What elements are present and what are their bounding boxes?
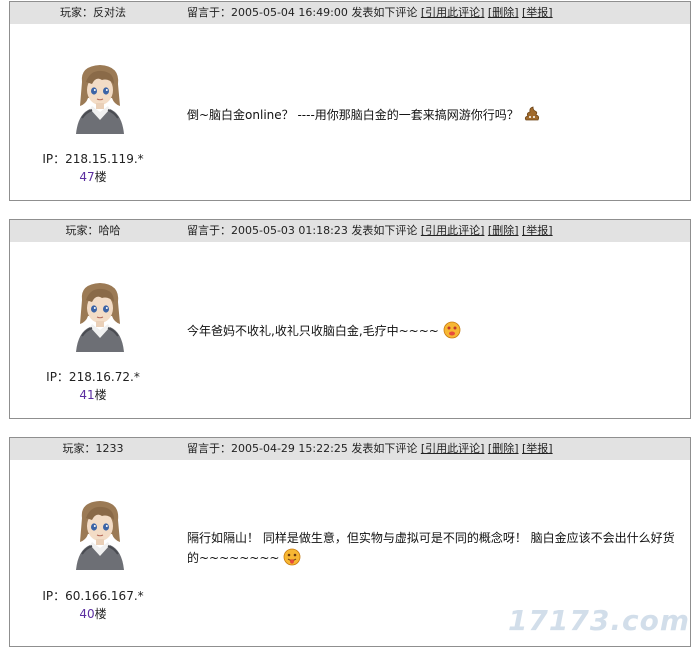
floor-label: 41楼 [10, 386, 176, 403]
comment-header: 玩家：哈哈 留言于：2005-05-03 01:18:23 发表如下评论 [引用… [10, 220, 690, 242]
floor-label: 40楼 [10, 605, 176, 622]
comment-datetime: 2005-05-04 16:49:00 [231, 6, 348, 19]
comment-header: 玩家：反对法 留言于：2005-05-04 16:49:00 发表如下评论 [引… [10, 2, 690, 24]
comment-card: 玩家：哈哈 留言于：2005-05-03 01:18:23 发表如下评论 [引用… [9, 219, 691, 419]
comment-text: 倒~脑白金online？ ----用你那脑白金的一套来搞网游你行吗？ [187, 105, 679, 125]
player-name: 玩家：哈哈 [65, 224, 121, 237]
avatar [75, 64, 125, 134]
avatar [75, 282, 125, 352]
ip-address: IP：218.16.72.* [46, 370, 140, 384]
posted-prefix: 留言于： [187, 442, 231, 455]
comment-meta: 留言于：2005-05-03 01:18:23 发表如下评论 [引用此评论] [… [187, 220, 553, 242]
comment-text: 隔行如隔山！ 同样是做生意，但实物与虚拟可是不同的概念呀！ 脑白金应该不会出什么… [187, 528, 679, 568]
comment-header: 玩家：1233 留言于：2005-04-29 15:22:25 发表如下评论 [… [10, 438, 690, 460]
ip-address: IP：218.15.119.* [42, 152, 144, 166]
report-comment-link[interactable]: [举报] [522, 6, 553, 19]
quote-comment-link[interactable]: [引用此评论] [421, 6, 485, 19]
comment-datetime: 2005-05-03 01:18:23 [231, 224, 348, 237]
ip-address: IP：60.166.167.* [42, 589, 144, 603]
comment-text: 今年爸妈不收礼,收礼只收脑白金,毛疗中~~~~ [187, 321, 679, 341]
floor-number: 41 [79, 388, 95, 402]
floor-label: 47楼 [10, 168, 176, 185]
comment-body: 隔行如隔山！ 同样是做生意，但实物与虚拟可是不同的概念呀！ 脑白金应该不会出什么… [187, 531, 675, 565]
comment-meta: 留言于：2005-05-04 16:49:00 发表如下评论 [引用此评论] [… [187, 2, 553, 24]
player-name: 玩家：1233 [62, 442, 124, 455]
posted-suffix: 发表如下评论 [351, 442, 418, 455]
posted-suffix: 发表如下评论 [351, 224, 418, 237]
delete-comment-link[interactable]: [删除] [488, 6, 519, 19]
floor-suffix: 楼 [94, 170, 107, 184]
floor-suffix: 楼 [94, 388, 107, 402]
quote-comment-link[interactable]: [引用此评论] [421, 442, 485, 455]
posted-prefix: 留言于： [187, 6, 231, 19]
floor-number: 40 [79, 607, 95, 621]
quote-comment-link[interactable]: [引用此评论] [421, 224, 485, 237]
comment-card: 玩家：反对法 留言于：2005-05-04 16:49:00 发表如下评论 [引… [9, 1, 691, 201]
player-name: 玩家：反对法 [60, 6, 126, 19]
poop-icon [524, 106, 539, 121]
floor-suffix: 楼 [94, 607, 107, 621]
site-watermark: 17173.com [507, 604, 690, 637]
comment-body: 今年爸妈不收礼,收礼只收脑白金,毛疗中~~~~ [187, 324, 439, 338]
comment-body: 倒~脑白金online？ ----用你那脑白金的一套来搞网游你行吗？ [187, 108, 519, 122]
tongue-face-icon [284, 548, 301, 566]
posted-suffix: 发表如下评论 [351, 6, 418, 19]
sick-face-icon [443, 321, 461, 339]
avatar [75, 500, 125, 570]
report-comment-link[interactable]: [举报] [522, 224, 553, 237]
delete-comment-link[interactable]: [删除] [488, 224, 519, 237]
floor-number: 47 [79, 170, 95, 184]
report-comment-link[interactable]: [举报] [522, 442, 553, 455]
posted-prefix: 留言于： [187, 224, 231, 237]
comment-datetime: 2005-04-29 15:22:25 [231, 442, 348, 455]
comment-meta: 留言于：2005-04-29 15:22:25 发表如下评论 [引用此评论] [… [187, 438, 553, 460]
delete-comment-link[interactable]: [删除] [488, 442, 519, 455]
